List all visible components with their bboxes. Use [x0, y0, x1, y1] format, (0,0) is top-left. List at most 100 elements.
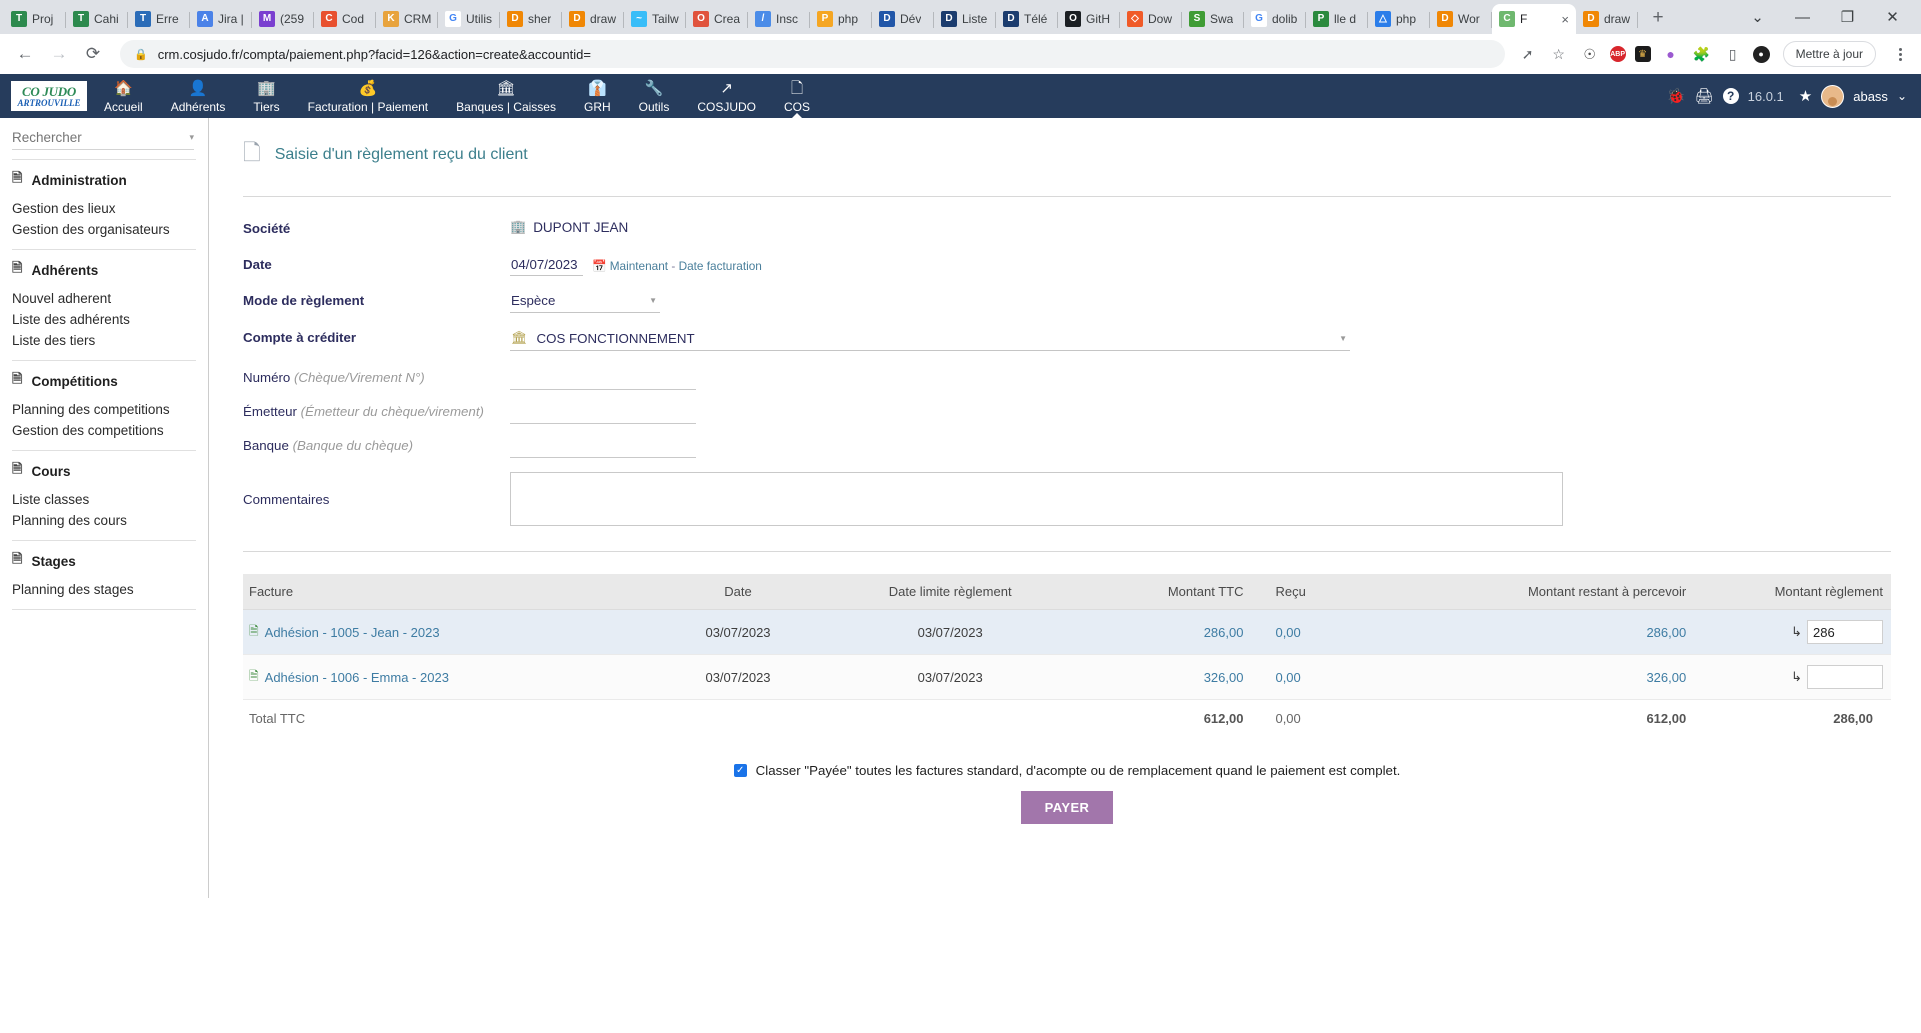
navbar-item-tiers[interactable]: 🏢 Tiers	[239, 74, 293, 118]
tab-list-chevron-icon[interactable]: ⌄	[1735, 1, 1780, 33]
browser-tab[interactable]: O Crea	[686, 4, 748, 34]
help-icon[interactable]: ?	[1722, 88, 1739, 104]
navbar-item-adh-rents[interactable]: 👤 Adhérents	[157, 74, 240, 118]
sidebar-link[interactable]: Gestion des organisateurs	[12, 219, 196, 240]
share-icon[interactable]: ➚	[1517, 43, 1539, 65]
sidebar-group-header[interactable]: 🗎 Stages	[12, 550, 196, 572]
sidebar-link[interactable]: Liste classes	[12, 489, 196, 510]
browser-tab[interactable]: D Télé	[996, 4, 1058, 34]
browser-tab[interactable]: S Swa	[1182, 4, 1244, 34]
commentaires-textarea[interactable]	[510, 472, 1563, 526]
browser-tab[interactable]: C Cod	[314, 4, 376, 34]
compte-crediter-select[interactable]: 🏛 COS FONCTIONNEMENT ▼	[510, 328, 1350, 351]
browser-tab[interactable]: Dsher	[500, 4, 562, 34]
pocket-icon[interactable]: ☉	[1579, 43, 1601, 65]
invoice-link[interactable]: 🗎 Adhésion - 1005 - Jean - 2023	[249, 622, 440, 643]
pay-button[interactable]: PAYER	[1020, 791, 1114, 824]
browser-tab[interactable]: △ php	[1368, 4, 1430, 34]
numero-input[interactable]	[510, 368, 696, 390]
sidebar-group-header[interactable]: 🗎 Cours	[12, 460, 196, 482]
sidebar-link[interactable]: Liste des tiers	[12, 330, 196, 351]
adblock-icon[interactable]: ABP	[1609, 46, 1626, 62]
navbar-item-cosjudo[interactable]: ↗ COSJUDO	[683, 74, 770, 118]
update-button[interactable]: Mettre à jour	[1782, 41, 1876, 67]
browser-menu-icon[interactable]	[1889, 47, 1911, 61]
browser-tab[interactable]: ~ Tailw	[624, 4, 686, 34]
montant-reglement-input[interactable]	[1807, 620, 1883, 644]
invoice-link[interactable]: 🗎 Adhésion - 1006 - Emma - 2023	[249, 667, 449, 688]
back-icon[interactable]: ←	[10, 39, 40, 69]
extension-purple-icon[interactable]: ●	[1660, 43, 1682, 65]
reload-icon[interactable]: ⟳	[78, 39, 108, 69]
browser-tab[interactable]: D Liste	[934, 4, 996, 34]
browser-tab[interactable]: D Dév	[872, 4, 934, 34]
bug-icon[interactable]: 🐞	[1667, 87, 1686, 105]
sidebar-link[interactable]: Planning des competitions	[12, 399, 196, 420]
sidebar-link[interactable]: Nouvel adherent	[12, 288, 196, 309]
chevron-down-icon[interactable]: ▾	[189, 132, 194, 143]
chevron-down-icon[interactable]: ⌄	[1897, 89, 1907, 103]
browser-tab[interactable]: ◇ Dow	[1120, 4, 1182, 34]
total-reglement: 286,00	[1833, 711, 1873, 726]
sidebar-link[interactable]: Gestion des competitions	[12, 420, 196, 441]
browser-tab[interactable]: D Wor	[1430, 4, 1492, 34]
browser-tab[interactable]: Gdolib	[1244, 4, 1306, 34]
browser-tab[interactable]: O GitH	[1058, 4, 1120, 34]
browser-tab[interactable]: C F ×	[1492, 4, 1576, 34]
banque-input[interactable]	[510, 436, 696, 458]
sidebar-group-header[interactable]: 🗎 Administration	[12, 169, 196, 191]
sidebar-link[interactable]: Planning des cours	[12, 510, 196, 531]
tab-close-icon[interactable]: ×	[1561, 12, 1569, 27]
navbar-item-cos[interactable]: 🗋 COS	[770, 74, 824, 118]
browser-tab[interactable]: K CRM	[376, 4, 438, 34]
sidebar-link[interactable]: Planning des stages	[12, 579, 196, 600]
date-input[interactable]	[510, 255, 583, 276]
print-icon[interactable]: 🖨	[1695, 87, 1714, 105]
browser-tab[interactable]: Plle d	[1306, 4, 1368, 34]
extensions-puzzle-icon[interactable]: 🧩	[1691, 43, 1713, 65]
browser-tab[interactable]: T Erre	[128, 4, 190, 34]
browser-tab[interactable]: Pphp	[810, 4, 872, 34]
sidebar-link[interactable]: Gestion des lieux	[12, 198, 196, 219]
navbar-item-banques-caisses[interactable]: 🏛 Banques | Caisses	[442, 74, 570, 118]
browser-tab[interactable]: M (259	[252, 4, 314, 34]
browser-tab[interactable]: T Cahi	[66, 4, 128, 34]
forward-icon[interactable]: →	[44, 39, 74, 69]
sidebar-group-header[interactable]: 🗎 Compétitions	[12, 370, 196, 392]
classer-payee-checkbox[interactable]: ✓	[733, 764, 747, 777]
sidebar-link[interactable]: Liste des adhérents	[12, 309, 196, 330]
navbar-item-facturation-paiement[interactable]: 💰 Facturation | Paiement	[294, 74, 443, 118]
bookmark-star-icon[interactable]: ☆	[1548, 43, 1570, 65]
profile-dark-icon[interactable]: ●	[1752, 45, 1770, 63]
societe-value-wrapper[interactable]: 🏢 DUPONT JEAN	[510, 219, 1891, 235]
montant-reglement-input[interactable]	[1807, 665, 1883, 689]
logo[interactable]: CO JUDO ARTROUVILLE	[8, 74, 90, 118]
search-input[interactable]	[12, 130, 190, 145]
navbar-item-accueil[interactable]: 🏠 Accueil	[90, 74, 157, 118]
browser-tab[interactable]: A Jira |	[190, 4, 252, 34]
mode-reglement-select[interactable]: Espèce ▼	[510, 291, 660, 313]
username-label[interactable]: abass	[1853, 89, 1888, 104]
date-facturation-link[interactable]: Date facturation	[679, 259, 762, 273]
new-tab-button[interactable]: +	[1644, 4, 1672, 32]
browser-tab[interactable]: Ddraw	[562, 4, 624, 34]
window-minimize-button[interactable]: —	[1780, 1, 1825, 33]
calendar-icon[interactable]: 📅	[592, 259, 607, 273]
browser-tab[interactable]: T Proj	[4, 4, 66, 34]
emetteur-input[interactable]	[510, 402, 696, 424]
browser-tab[interactable]: Ddraw	[1576, 4, 1638, 34]
extension-gold-icon[interactable]: ♛	[1634, 46, 1651, 62]
address-bar[interactable]: 🔒 crm.cosjudo.fr/compta/paiement.php?fac…	[120, 40, 1505, 68]
navbar-item-outils[interactable]: 🔧 Outils	[625, 74, 684, 118]
date-now-link[interactable]: Maintenant	[610, 259, 668, 273]
sidebar-group-header[interactable]: 🗎 Adhérents	[12, 259, 196, 281]
favorite-star-icon[interactable]: ★	[1799, 87, 1812, 105]
browser-tab[interactable]: G Utilis	[438, 4, 500, 34]
search-box[interactable]: ▾	[12, 130, 194, 150]
sidebar-icon[interactable]: ▯	[1722, 43, 1744, 65]
avatar[interactable]	[1821, 84, 1845, 108]
browser-tab[interactable]: / Insc	[748, 4, 810, 34]
window-maximize-button[interactable]: ❐	[1825, 1, 1870, 33]
navbar-item-grh[interactable]: 👔 GRH	[570, 74, 625, 118]
window-close-button[interactable]: ✕	[1870, 1, 1915, 33]
